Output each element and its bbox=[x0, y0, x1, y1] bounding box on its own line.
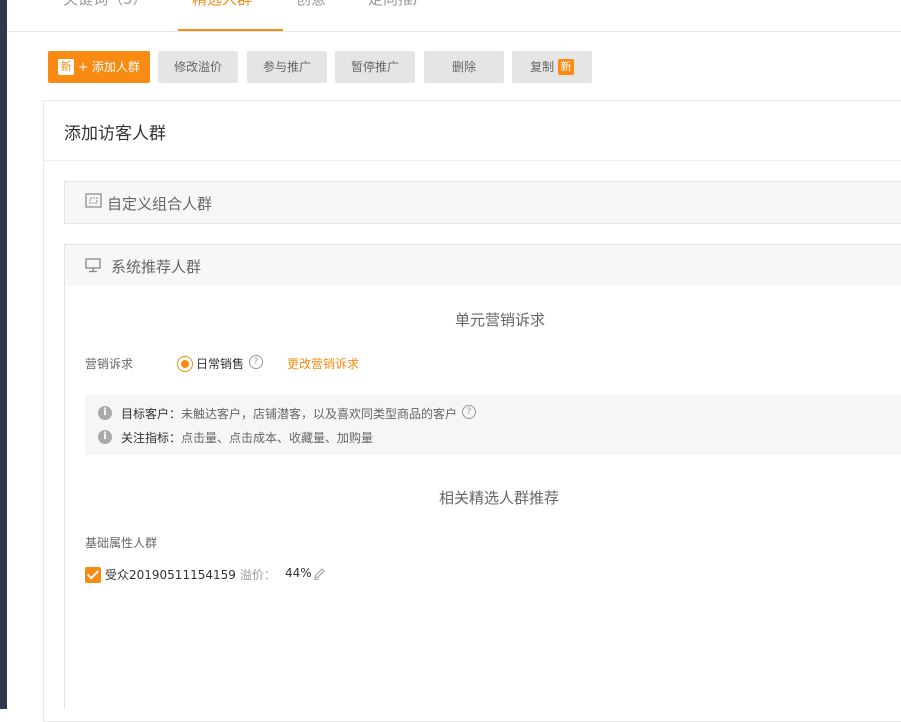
modify-premium-button[interactable]: 修改溢价 bbox=[158, 51, 238, 83]
add-crowd-button[interactable]: 新 + 添加人群 bbox=[48, 51, 150, 83]
focus-metrics-line: 关注指标：点击量、点击成本、收藏量、加购量 bbox=[121, 429, 373, 446]
premium-value: 44% bbox=[285, 566, 312, 580]
custom-crowd-title: 自定义组合人群 bbox=[107, 195, 213, 213]
tab-selected-crowd[interactable]: 精选人群 bbox=[192, 0, 252, 9]
new-badge: 新 bbox=[557, 58, 574, 75]
system-crowd-title: 系统推荐人群 bbox=[111, 258, 202, 276]
focus-metrics-value: 点击量、点击成本、收藏量、加购量 bbox=[181, 431, 374, 445]
pause-promotion-button[interactable]: 暂停推广 bbox=[335, 51, 415, 83]
add-crowd-label: + 添加人群 bbox=[77, 60, 140, 74]
edit-pencil-icon[interactable] bbox=[313, 565, 326, 584]
info-icon: i bbox=[98, 406, 112, 420]
tab-bar: 关键词（5） 精选人群 创意 定向推广 bbox=[7, 0, 901, 32]
crowd-name: 受众20190511154159 bbox=[105, 568, 236, 582]
change-marketing-link[interactable]: 更改营销诉求 bbox=[287, 355, 359, 372]
help-icon[interactable]: ? bbox=[462, 405, 476, 419]
active-tab-indicator bbox=[178, 29, 283, 31]
tab-creative[interactable]: 创意 bbox=[296, 0, 326, 9]
card-title: 添加访客人群 bbox=[64, 124, 166, 144]
marketing-label: 营销诉求 bbox=[85, 357, 134, 371]
monitor-icon bbox=[85, 258, 101, 277]
premium-label: 溢价： bbox=[240, 568, 277, 582]
basic-attribute-group-label: 基础属性人群 bbox=[85, 536, 158, 550]
delete-button[interactable]: 删除 bbox=[424, 51, 504, 83]
target-customer-value: 未触达客户，店铺潜客，以及喜欢同类型商品的客户 bbox=[181, 407, 458, 421]
target-customer-label: 目标客户： bbox=[121, 407, 182, 421]
copy-button[interactable]: 复制 新 bbox=[512, 51, 592, 83]
join-promotion-button[interactable]: 参与推广 bbox=[247, 51, 327, 83]
recommend-section-title: 相关精选人群推荐 bbox=[439, 489, 560, 507]
daily-sales-label: 日常销售 bbox=[196, 357, 245, 371]
marketing-info-box: i 目标客户：未触达客户，店铺潜客，以及喜欢同类型商品的客户 ? i 关注指标：… bbox=[85, 395, 901, 455]
crowd-checkbox[interactable] bbox=[85, 567, 101, 583]
custom-crowd-panel-header[interactable]: 自定义组合人群 展 bbox=[64, 181, 901, 224]
system-crowd-panel-header[interactable]: 系统推荐人群 收 bbox=[64, 244, 901, 288]
daily-sales-radio[interactable] bbox=[177, 356, 193, 372]
tab-targeting[interactable]: 定向推广 bbox=[368, 0, 428, 9]
left-sidebar-strip bbox=[0, 0, 7, 709]
new-badge: 新 bbox=[58, 58, 75, 75]
tab-keywords[interactable]: 关键词（5） bbox=[63, 0, 148, 9]
target-customer-line: 目标客户：未触达客户，店铺潜客，以及喜欢同类型商品的客户 bbox=[121, 405, 457, 422]
info-icon: i bbox=[98, 430, 112, 444]
focus-metrics-label: 关注指标： bbox=[121, 431, 182, 445]
copy-label: 复制 bbox=[530, 60, 555, 74]
help-icon[interactable]: ? bbox=[249, 355, 263, 369]
custom-crowd-icon bbox=[85, 193, 102, 213]
divider bbox=[44, 160, 901, 161]
marketing-section-title: 单元营销诉求 bbox=[455, 311, 546, 329]
